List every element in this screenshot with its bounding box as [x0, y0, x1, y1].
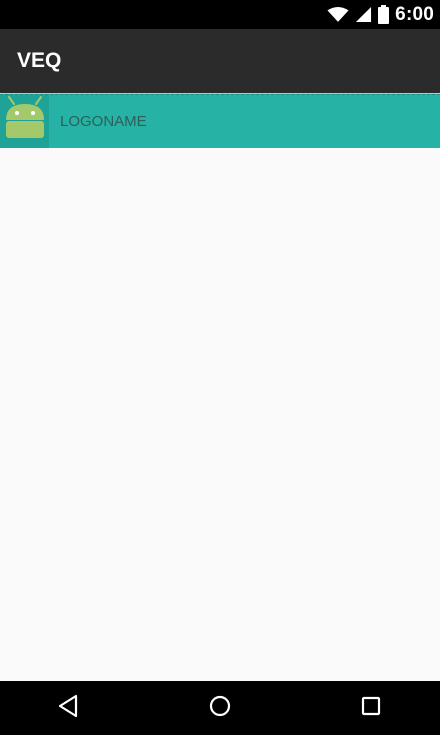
- home-button[interactable]: [190, 681, 250, 735]
- recents-button[interactable]: [341, 681, 401, 735]
- battery-icon: [378, 5, 390, 24]
- logo-image: [0, 95, 49, 148]
- navigation-bar: [0, 681, 440, 735]
- back-icon: [57, 694, 79, 723]
- status-bar: 6:00: [0, 0, 440, 29]
- app-bar: VEQ: [0, 29, 440, 93]
- signal-icon: [355, 6, 372, 23]
- wifi-icon: [327, 6, 349, 23]
- status-icons: 6:00: [327, 0, 434, 29]
- list-item-label: LOGONAME: [60, 113, 147, 130]
- list-item[interactable]: LOGONAME: [0, 94, 440, 148]
- status-time: 6:00: [395, 3, 434, 25]
- app-title: VEQ: [17, 49, 62, 72]
- recents-icon: [360, 695, 382, 722]
- back-button[interactable]: [38, 681, 98, 735]
- home-icon: [208, 694, 232, 723]
- android-icon: [3, 96, 47, 147]
